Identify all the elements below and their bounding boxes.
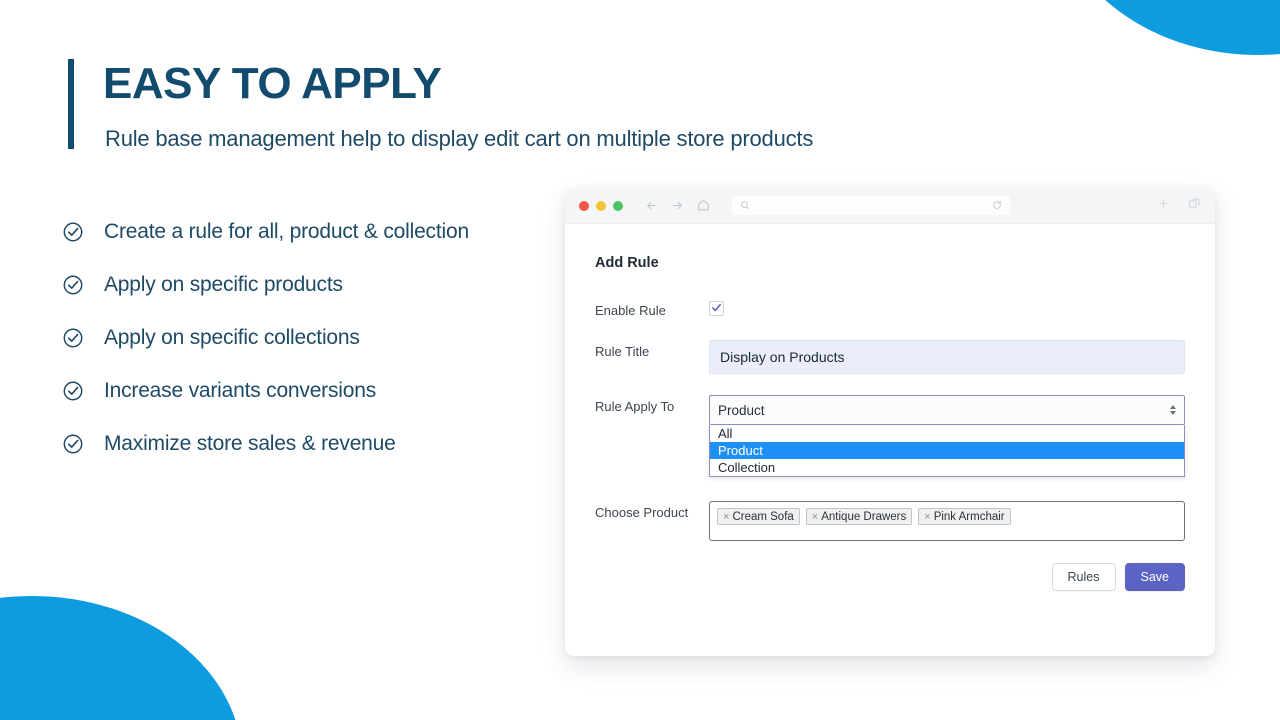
form-title: Add Rule [595, 255, 1185, 271]
product-tag-label: Pink Armchair [934, 511, 1005, 523]
list-item: Maximize store sales & revenue [62, 428, 542, 460]
feature-list: Create a rule for all, product & collect… [62, 216, 542, 481]
option-product[interactable]: Product [710, 442, 1184, 459]
rule-apply-to-options[interactable]: All Product Collection [709, 425, 1185, 477]
product-tag[interactable]: × Antique Drawers [806, 508, 912, 525]
page-content: Add Rule Enable Rule Rule Title [565, 224, 1215, 656]
browser-nav-controls [645, 199, 710, 212]
choose-product-tag-input[interactable]: × Cream Sofa × Antique Drawers × Pink Ar… [709, 501, 1185, 541]
product-tag-label: Antique Drawers [821, 511, 906, 523]
search-icon [740, 197, 750, 215]
rule-apply-to-value: Product [718, 403, 765, 418]
enable-rule-label: Enable Rule [595, 299, 709, 318]
remove-tag-icon[interactable]: × [924, 511, 930, 523]
decorative-blob-top-right [1047, 0, 1280, 66]
remove-tag-icon[interactable]: × [812, 511, 818, 523]
check-circle-icon [62, 433, 84, 455]
decorative-blob-bottom-left [0, 596, 242, 720]
choose-product-label: Choose Product [595, 501, 709, 520]
product-tag-label: Cream Sofa [732, 511, 793, 523]
chevron-updown-icon [1170, 405, 1176, 415]
browser-window: Add Rule Enable Rule Rule Title [565, 188, 1215, 656]
check-circle-icon [62, 327, 84, 349]
field-rule-title: Rule Title Display on Products [595, 340, 1185, 374]
window-traffic-lights [579, 201, 623, 211]
option-collection[interactable]: Collection [710, 459, 1184, 476]
option-all[interactable]: All [710, 425, 1184, 442]
list-item-label: Create a rule for all, product & collect… [104, 220, 469, 244]
page-subtitle: Rule base management help to display edi… [105, 126, 813, 152]
enable-rule-checkbox[interactable] [709, 301, 724, 316]
slide-canvas: EASY TO APPLY Rule base management help … [0, 0, 1280, 720]
maximize-window-button[interactable] [613, 201, 623, 211]
check-circle-icon [62, 274, 84, 296]
back-arrow-icon[interactable] [645, 199, 658, 212]
browser-titlebar [565, 188, 1215, 224]
minimize-window-button[interactable] [596, 201, 606, 211]
checkmark-icon [711, 300, 722, 318]
new-tab-plus-icon[interactable] [1157, 197, 1170, 215]
form-actions: Rules Save [595, 563, 1185, 591]
field-rule-apply-to: Rule Apply To Product All Product Collec… [595, 395, 1185, 425]
page-title: EASY TO APPLY [103, 60, 441, 108]
browser-right-controls [1157, 197, 1201, 215]
field-enable-rule: Enable Rule [595, 299, 1185, 318]
product-tag[interactable]: × Cream Sofa [717, 508, 800, 525]
list-item: Apply on specific products [62, 269, 542, 301]
list-item-label: Apply on specific collections [104, 326, 360, 350]
field-choose-product: Choose Product × Cream Sofa × Antique Dr… [595, 501, 1185, 541]
rule-title-label: Rule Title [595, 340, 709, 359]
reload-icon[interactable] [992, 197, 1002, 215]
list-item: Apply on specific collections [62, 322, 542, 354]
remove-tag-icon[interactable]: × [723, 511, 729, 523]
list-item: Increase variants conversions [62, 375, 542, 407]
list-item-label: Maximize store sales & revenue [104, 432, 396, 456]
tabs-overview-icon[interactable] [1188, 197, 1201, 215]
forward-arrow-icon[interactable] [671, 199, 684, 212]
check-circle-icon [62, 380, 84, 402]
list-item-label: Apply on specific products [104, 273, 343, 297]
check-circle-icon [62, 221, 84, 243]
home-icon[interactable] [697, 199, 710, 212]
product-tag[interactable]: × Pink Armchair [918, 508, 1010, 525]
save-button[interactable]: Save [1125, 563, 1186, 591]
rules-button[interactable]: Rules [1052, 563, 1116, 591]
list-item: Create a rule for all, product & collect… [62, 216, 542, 248]
rule-apply-to-label: Rule Apply To [595, 395, 709, 414]
headline-accent-bar [68, 59, 74, 149]
url-bar[interactable] [732, 196, 1010, 215]
list-item-label: Increase variants conversions [104, 379, 376, 403]
rule-title-input[interactable]: Display on Products [709, 340, 1185, 374]
rule-apply-to-select[interactable]: Product [709, 395, 1185, 425]
close-window-button[interactable] [579, 201, 589, 211]
